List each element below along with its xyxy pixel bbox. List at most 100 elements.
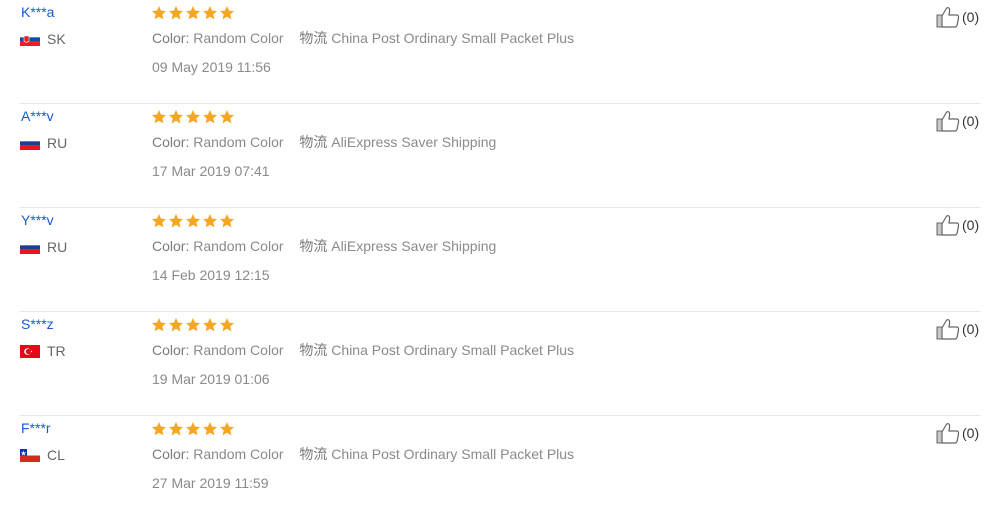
reviewer-name[interactable]: A***v bbox=[21, 108, 54, 124]
shipping-label: 物流 bbox=[299, 342, 328, 358]
star-icon bbox=[186, 422, 200, 436]
review-row: S***z TR Color: Random Color 物流 China Po… bbox=[0, 312, 1000, 416]
star-rating bbox=[151, 5, 235, 21]
ru-flag-icon bbox=[20, 240, 40, 254]
country-code: TR bbox=[47, 343, 66, 359]
color-label: Color: bbox=[152, 30, 190, 46]
reviewer-country: RU bbox=[20, 239, 67, 255]
reviewer-name[interactable]: Y***v bbox=[21, 212, 54, 228]
star-icon bbox=[186, 110, 200, 124]
thumbs-up-icon bbox=[936, 319, 960, 340]
star-rating bbox=[151, 109, 235, 125]
helpful-count: (0) bbox=[962, 217, 980, 233]
color-value: Random Color bbox=[193, 134, 284, 150]
ru-flag-icon bbox=[20, 136, 40, 150]
sk-flag-icon bbox=[20, 32, 40, 46]
star-icon bbox=[220, 422, 234, 436]
color-label: Color: bbox=[152, 342, 190, 358]
thumbs-up-icon bbox=[936, 111, 960, 132]
order-info: Color: Random Color 物流 China Post Ordina… bbox=[152, 340, 574, 360]
order-info: Color: Random Color 物流 AliExpress Saver … bbox=[152, 236, 496, 256]
helpful-button[interactable]: (0) bbox=[936, 214, 979, 236]
country-code: RU bbox=[47, 239, 68, 255]
country-code: SK bbox=[47, 31, 66, 47]
star-icon bbox=[186, 318, 200, 332]
cl-flag-icon bbox=[20, 448, 40, 462]
star-rating bbox=[151, 213, 235, 229]
review-row: A***v RU Color: Random Color 物流 AliExpre… bbox=[0, 104, 1000, 208]
review-date: 27 Mar 2019 11:59 bbox=[152, 475, 269, 491]
color-value: Random Color bbox=[193, 446, 284, 462]
shipping-label: 物流 bbox=[299, 446, 328, 462]
star-icon bbox=[186, 6, 200, 20]
thumbs-up-icon bbox=[936, 215, 960, 236]
star-icon bbox=[152, 6, 166, 20]
reviewer-country: SK bbox=[20, 31, 66, 47]
star-icon bbox=[169, 6, 183, 20]
star-icon bbox=[152, 110, 166, 124]
star-icon bbox=[186, 214, 200, 228]
shipping-value: China Post Ordinary Small Packet Plus bbox=[331, 342, 575, 358]
reviewer-name[interactable]: F***r bbox=[21, 420, 51, 436]
star-rating bbox=[151, 421, 235, 437]
star-icon bbox=[203, 318, 217, 332]
helpful-button[interactable]: (0) bbox=[936, 6, 979, 28]
review-row: K***a SK Color: Random Color 物流 China Po… bbox=[0, 0, 1000, 104]
star-icon bbox=[220, 214, 234, 228]
star-icon bbox=[220, 6, 234, 20]
country-code: CL bbox=[47, 447, 65, 463]
reviewer-name[interactable]: S***z bbox=[21, 316, 54, 332]
order-info: Color: Random Color 物流 China Post Ordina… bbox=[152, 28, 574, 48]
star-icon bbox=[152, 422, 166, 436]
thumbs-up-icon bbox=[936, 7, 960, 28]
review-date: 19 Mar 2019 01:06 bbox=[152, 371, 270, 387]
shipping-value: AliExpress Saver Shipping bbox=[331, 238, 497, 254]
star-icon bbox=[203, 6, 217, 20]
star-icon bbox=[169, 214, 183, 228]
shipping-value: China Post Ordinary Small Packet Plus bbox=[331, 446, 575, 462]
star-icon bbox=[169, 422, 183, 436]
review-date: 14 Feb 2019 12:15 bbox=[152, 267, 270, 283]
review-date: 17 Mar 2019 07:41 bbox=[152, 163, 270, 179]
star-icon bbox=[152, 214, 166, 228]
shipping-value: AliExpress Saver Shipping bbox=[331, 134, 497, 150]
star-icon bbox=[220, 318, 234, 332]
reviewer-country: CL bbox=[20, 447, 65, 463]
star-icon bbox=[220, 110, 234, 124]
reviewer-country: RU bbox=[20, 135, 67, 151]
order-info: Color: Random Color 物流 China Post Ordina… bbox=[152, 444, 574, 464]
color-label: Color: bbox=[152, 238, 190, 254]
helpful-count: (0) bbox=[962, 9, 980, 25]
color-label: Color: bbox=[152, 446, 190, 462]
shipping-label: 物流 bbox=[299, 238, 328, 254]
reviewer-name[interactable]: K***a bbox=[21, 4, 54, 20]
helpful-button[interactable]: (0) bbox=[936, 110, 979, 132]
shipping-value: China Post Ordinary Small Packet Plus bbox=[331, 30, 575, 46]
helpful-count: (0) bbox=[962, 321, 980, 337]
star-icon bbox=[203, 422, 217, 436]
helpful-count: (0) bbox=[962, 113, 980, 129]
helpful-button[interactable]: (0) bbox=[936, 318, 979, 340]
star-icon bbox=[203, 214, 217, 228]
order-info: Color: Random Color 物流 AliExpress Saver … bbox=[152, 132, 496, 152]
helpful-count: (0) bbox=[962, 425, 980, 441]
tr-flag-icon bbox=[20, 344, 40, 358]
color-value: Random Color bbox=[193, 238, 284, 254]
country-code: RU bbox=[47, 135, 68, 151]
color-label: Color: bbox=[152, 134, 190, 150]
review-list: K***a SK Color: Random Color 物流 China Po… bbox=[0, 0, 1000, 505]
color-value: Random Color bbox=[193, 342, 284, 358]
thumbs-up-icon bbox=[936, 423, 960, 444]
star-icon bbox=[203, 110, 217, 124]
reviewer-country: TR bbox=[20, 343, 66, 359]
star-icon bbox=[152, 318, 166, 332]
helpful-button[interactable]: (0) bbox=[936, 422, 979, 444]
star-icon bbox=[169, 110, 183, 124]
review-row: F***r CL Color: Random Color 物流 China Po… bbox=[0, 416, 1000, 520]
star-icon bbox=[169, 318, 183, 332]
review-row: Y***v RU Color: Random Color 物流 AliExpre… bbox=[0, 208, 1000, 312]
color-value: Random Color bbox=[193, 30, 284, 46]
shipping-label: 物流 bbox=[299, 134, 328, 150]
review-date: 09 May 2019 11:56 bbox=[152, 59, 271, 75]
star-rating bbox=[151, 317, 235, 333]
